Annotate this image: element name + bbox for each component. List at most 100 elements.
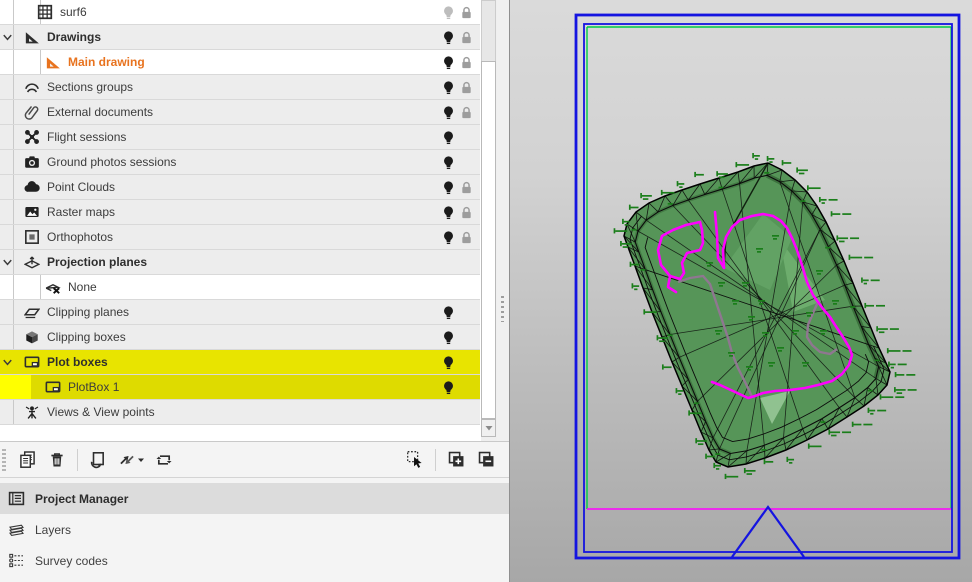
tree-indent-guide: [13, 50, 14, 74]
tab-label: Project Manager: [35, 492, 128, 506]
tree-row-sections-groups[interactable]: Sections groups: [0, 75, 480, 100]
north-triangle: [732, 507, 804, 557]
tree-indent-guide: [13, 275, 14, 299]
toolbar-right-group: [400, 447, 509, 473]
chevron-down-icon[interactable]: [1, 256, 14, 269]
visibility-bulb-icon[interactable]: [441, 180, 456, 195]
visibility-bulb-icon[interactable]: [441, 80, 456, 95]
visibility-bulb-icon[interactable]: [441, 380, 456, 395]
camera-icon: [24, 154, 40, 170]
tree-row-label: Orthophotos: [47, 230, 113, 244]
panel-splitter[interactable]: [497, 0, 509, 441]
left-panel: surf6 DrawingsMain drawing Sections groups…: [0, 0, 510, 582]
splitter-grip-icon: [501, 296, 504, 322]
lock-icon[interactable]: [459, 205, 474, 220]
scrollbar-thumb[interactable]: [481, 0, 496, 62]
visibility-bulb-icon[interactable]: [441, 230, 456, 245]
tree-row-none[interactable]: None: [0, 275, 480, 300]
tree-row-label: surf6: [60, 5, 87, 19]
tree-row-clipping-planes[interactable]: Clipping planes: [0, 300, 480, 325]
lock-icon[interactable]: [459, 105, 474, 120]
tree-scrollbar[interactable]: [481, 0, 497, 441]
tree-row-label: External documents: [47, 105, 153, 119]
visibility-bulb-icon[interactable]: [441, 130, 456, 145]
tree-indent-guide: [13, 0, 14, 24]
visibility-bulb-icon[interactable]: [441, 355, 456, 370]
visibility-bulb-icon[interactable]: [441, 330, 456, 345]
lock-icon[interactable]: [459, 55, 474, 70]
toolbar-grip-icon: [2, 449, 6, 471]
visibility-bulb-icon[interactable]: [441, 55, 456, 70]
chevron-down-icon[interactable]: [1, 31, 14, 44]
tree-row-label: Plot boxes: [47, 355, 108, 369]
replace-button[interactable]: [85, 447, 111, 473]
tree-row-label: Clipping boxes: [47, 330, 126, 344]
caret-down-icon[interactable]: [137, 453, 145, 467]
toolbar-separator: [77, 449, 78, 471]
terrain-mesh: [624, 163, 890, 467]
tree-indent-guide: [13, 125, 14, 149]
tree-row-plotbox-1[interactable]: PlotBox 1: [0, 375, 480, 400]
lock-icon[interactable]: [459, 5, 474, 20]
chevron-down-icon[interactable]: [1, 356, 14, 369]
clip-plane-icon: [24, 304, 40, 320]
tree-row-label: Sections groups: [47, 80, 133, 94]
tree-row-drawings[interactable]: Drawings: [0, 25, 480, 50]
drone-icon: [24, 129, 40, 145]
delete-button[interactable]: [44, 447, 70, 473]
tree-row-projection-planes[interactable]: Projection planes: [0, 250, 480, 275]
project-tree: surf6 DrawingsMain drawing Sections groups…: [0, 0, 481, 441]
visibility-bulb-icon[interactable]: [441, 30, 456, 45]
tree-row-raster-maps[interactable]: Raster maps: [0, 200, 480, 225]
viewport-3d[interactable]: [510, 0, 972, 582]
proj-plane-icon: [24, 254, 40, 270]
transform-button[interactable]: [115, 447, 147, 473]
proj-none-icon: [45, 279, 61, 295]
tree-row-plot-boxes[interactable]: Plot boxes: [0, 350, 480, 375]
tree-row-external-documents[interactable]: External documents: [0, 100, 480, 125]
lock-icon[interactable]: [459, 80, 474, 95]
tree-row-views-view-points[interactable]: Views & View points: [0, 400, 480, 425]
lock-icon[interactable]: [459, 230, 474, 245]
tab-project-manager[interactable]: Project Manager: [0, 483, 509, 514]
visibility-bulb-icon[interactable]: [441, 105, 456, 120]
collapse-all-button[interactable]: [473, 447, 499, 473]
tree-indent-guide: [13, 100, 14, 124]
viewport-canvas[interactable]: [510, 0, 972, 582]
tab-label: Survey codes: [35, 554, 108, 568]
tab-label: Layers: [35, 523, 71, 537]
tab-layers[interactable]: Layers: [0, 514, 509, 545]
tree-row-label: Views & View points: [47, 405, 155, 419]
tree-row-clipping-boxes[interactable]: Clipping boxes: [0, 325, 480, 350]
select-items-button[interactable]: [402, 447, 428, 473]
sections-icon: [24, 79, 40, 95]
tree-indent-guide: [40, 50, 41, 74]
visibility-bulb-icon[interactable]: [441, 5, 456, 20]
tree-indent-guide: [13, 150, 14, 174]
tree-row-surf6[interactable]: surf6: [0, 0, 480, 25]
visibility-bulb-icon[interactable]: [441, 155, 456, 170]
application-window: surf6 DrawingsMain drawing Sections groups…: [0, 0, 972, 582]
expand-all-button[interactable]: [443, 447, 469, 473]
tree-indent-guide: [40, 275, 41, 299]
tab-survey-codes[interactable]: Survey codes: [0, 545, 509, 576]
scrollbar-down-button[interactable]: [481, 419, 496, 437]
raster-icon: [24, 204, 40, 220]
visibility-bulb-icon[interactable]: [441, 205, 456, 220]
panel-divider: [509, 0, 510, 582]
tree-row-point-clouds[interactable]: Point Clouds: [0, 175, 480, 200]
repeat-button[interactable]: [151, 447, 177, 473]
scrollbar-track[interactable]: [481, 61, 496, 419]
surface-grid-icon: [37, 4, 53, 20]
lock-icon[interactable]: [459, 30, 474, 45]
toolbar-separator: [435, 449, 436, 471]
cloud-icon: [24, 179, 40, 195]
tree-row-main-drawing[interactable]: Main drawing: [0, 50, 480, 75]
lock-icon[interactable]: [459, 180, 474, 195]
tree-row-orthophotos[interactable]: Orthophotos: [0, 225, 480, 250]
copy-button[interactable]: [14, 447, 40, 473]
visibility-bulb-icon[interactable]: [441, 305, 456, 320]
tree-row-flight-sessions[interactable]: Flight sessions: [0, 125, 480, 150]
tree-indent-guide: [13, 75, 14, 99]
tree-row-ground-photos-sessions[interactable]: Ground photos sessions: [0, 150, 480, 175]
